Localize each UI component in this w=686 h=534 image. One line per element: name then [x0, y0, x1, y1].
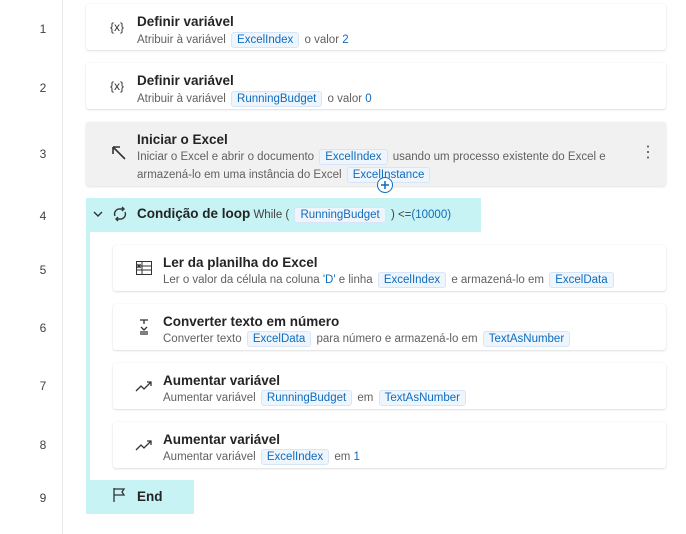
action-title: Aumentar variável — [163, 432, 281, 447]
action-title: End — [137, 489, 163, 504]
action-title: Aumentar variável — [163, 373, 281, 388]
action-title: Converter texto em número — [163, 314, 340, 329]
loop-scope-line — [86, 232, 90, 480]
chevron-down-icon[interactable] — [92, 207, 104, 219]
line-number: 9 — [39, 491, 47, 505]
line-number: 7 — [39, 379, 47, 393]
line-number: 2 — [39, 81, 47, 95]
action-title: Ler da planilha do Excel — [163, 255, 318, 270]
variable-token[interactable]: ExcelData — [246, 331, 312, 347]
line-number: 3 — [39, 147, 47, 161]
line-number: 8 — [39, 438, 47, 452]
trend-up-icon — [133, 375, 155, 397]
trend-up-icon — [133, 434, 155, 456]
variable-icon: {x} — [109, 20, 124, 34]
variable-token[interactable]: ExcelIndex — [319, 149, 388, 165]
action-increase-variable[interactable]: Aumentar variável Aumentar variável Exce… — [113, 422, 666, 468]
variable-token[interactable]: TextAsNumber — [378, 390, 466, 406]
variable-token[interactable]: RunningBudget — [231, 91, 323, 107]
variable-token[interactable]: ExcelIndex — [260, 449, 330, 465]
action-title: Definir variável — [137, 73, 234, 88]
action-title: Definir variável — [137, 14, 234, 29]
line-number: 5 — [39, 263, 47, 277]
action-convert-text-to-number[interactable]: Converter texto em número Converter text… — [113, 304, 666, 350]
action-set-variable[interactable]: {x} Definir variável Atribuir à variável… — [86, 63, 666, 109]
variable-token[interactable]: ExcelIndex — [231, 32, 300, 48]
loop-condition-header[interactable]: Condição de loop While ( RunningBudget )… — [86, 198, 481, 232]
more-options-icon[interactable]: ⋮ — [640, 144, 656, 162]
excel-sheet-icon — [133, 257, 155, 279]
line-number: 4 — [39, 209, 47, 223]
loop-end[interactable]: End — [86, 480, 194, 514]
action-description: Converter texto ExcelData para número e … — [163, 330, 572, 348]
arrow-up-left-icon — [108, 142, 130, 164]
action-description: Ler o valor da célula na coluna 'D' e li… — [163, 271, 616, 289]
add-step-icon[interactable] — [377, 177, 393, 193]
variable-token[interactable]: ExcelData — [549, 272, 614, 288]
variable-token[interactable]: RunningBudget — [294, 207, 386, 223]
variable-token[interactable]: RunningBudget — [260, 390, 353, 406]
loop-icon — [111, 205, 129, 223]
action-increase-variable[interactable]: Aumentar variável Aumentar variável Runn… — [113, 363, 666, 409]
action-read-excel[interactable]: Ler da planilha do Excel Ler o valor da … — [113, 245, 666, 291]
action-description: Atribuir à variável RunningBudget o valo… — [137, 91, 372, 107]
action-description: Aumentar variável RunningBudget em TextA… — [163, 389, 468, 407]
line-number: 6 — [39, 321, 47, 335]
action-launch-excel[interactable]: Iniciar o Excel Iniciar o Excel e abrir … — [86, 122, 666, 186]
convert-icon — [133, 316, 155, 338]
line-number: 1 — [39, 22, 47, 36]
action-title: Condição de loop — [137, 206, 251, 221]
value-literal: 2 — [342, 34, 349, 46]
value-literal: 0 — [365, 93, 372, 105]
flag-icon — [112, 487, 128, 503]
variable-icon: {x} — [109, 79, 124, 93]
action-description: Aumentar variável ExcelIndex em 1 — [163, 449, 360, 465]
loop-condition: Condição de loop While ( RunningBudget )… — [137, 206, 452, 223]
action-title: Iniciar o Excel — [137, 132, 228, 147]
variable-token[interactable]: ExcelIndex — [377, 272, 447, 288]
value-literal: 1 — [353, 451, 360, 463]
variable-token[interactable]: TextAsNumber — [482, 331, 571, 347]
action-set-variable[interactable]: {x} Definir variável Atribuir à variável… — [86, 4, 666, 50]
action-description: Atribuir à variável ExcelIndex o valor 2 — [137, 32, 349, 48]
